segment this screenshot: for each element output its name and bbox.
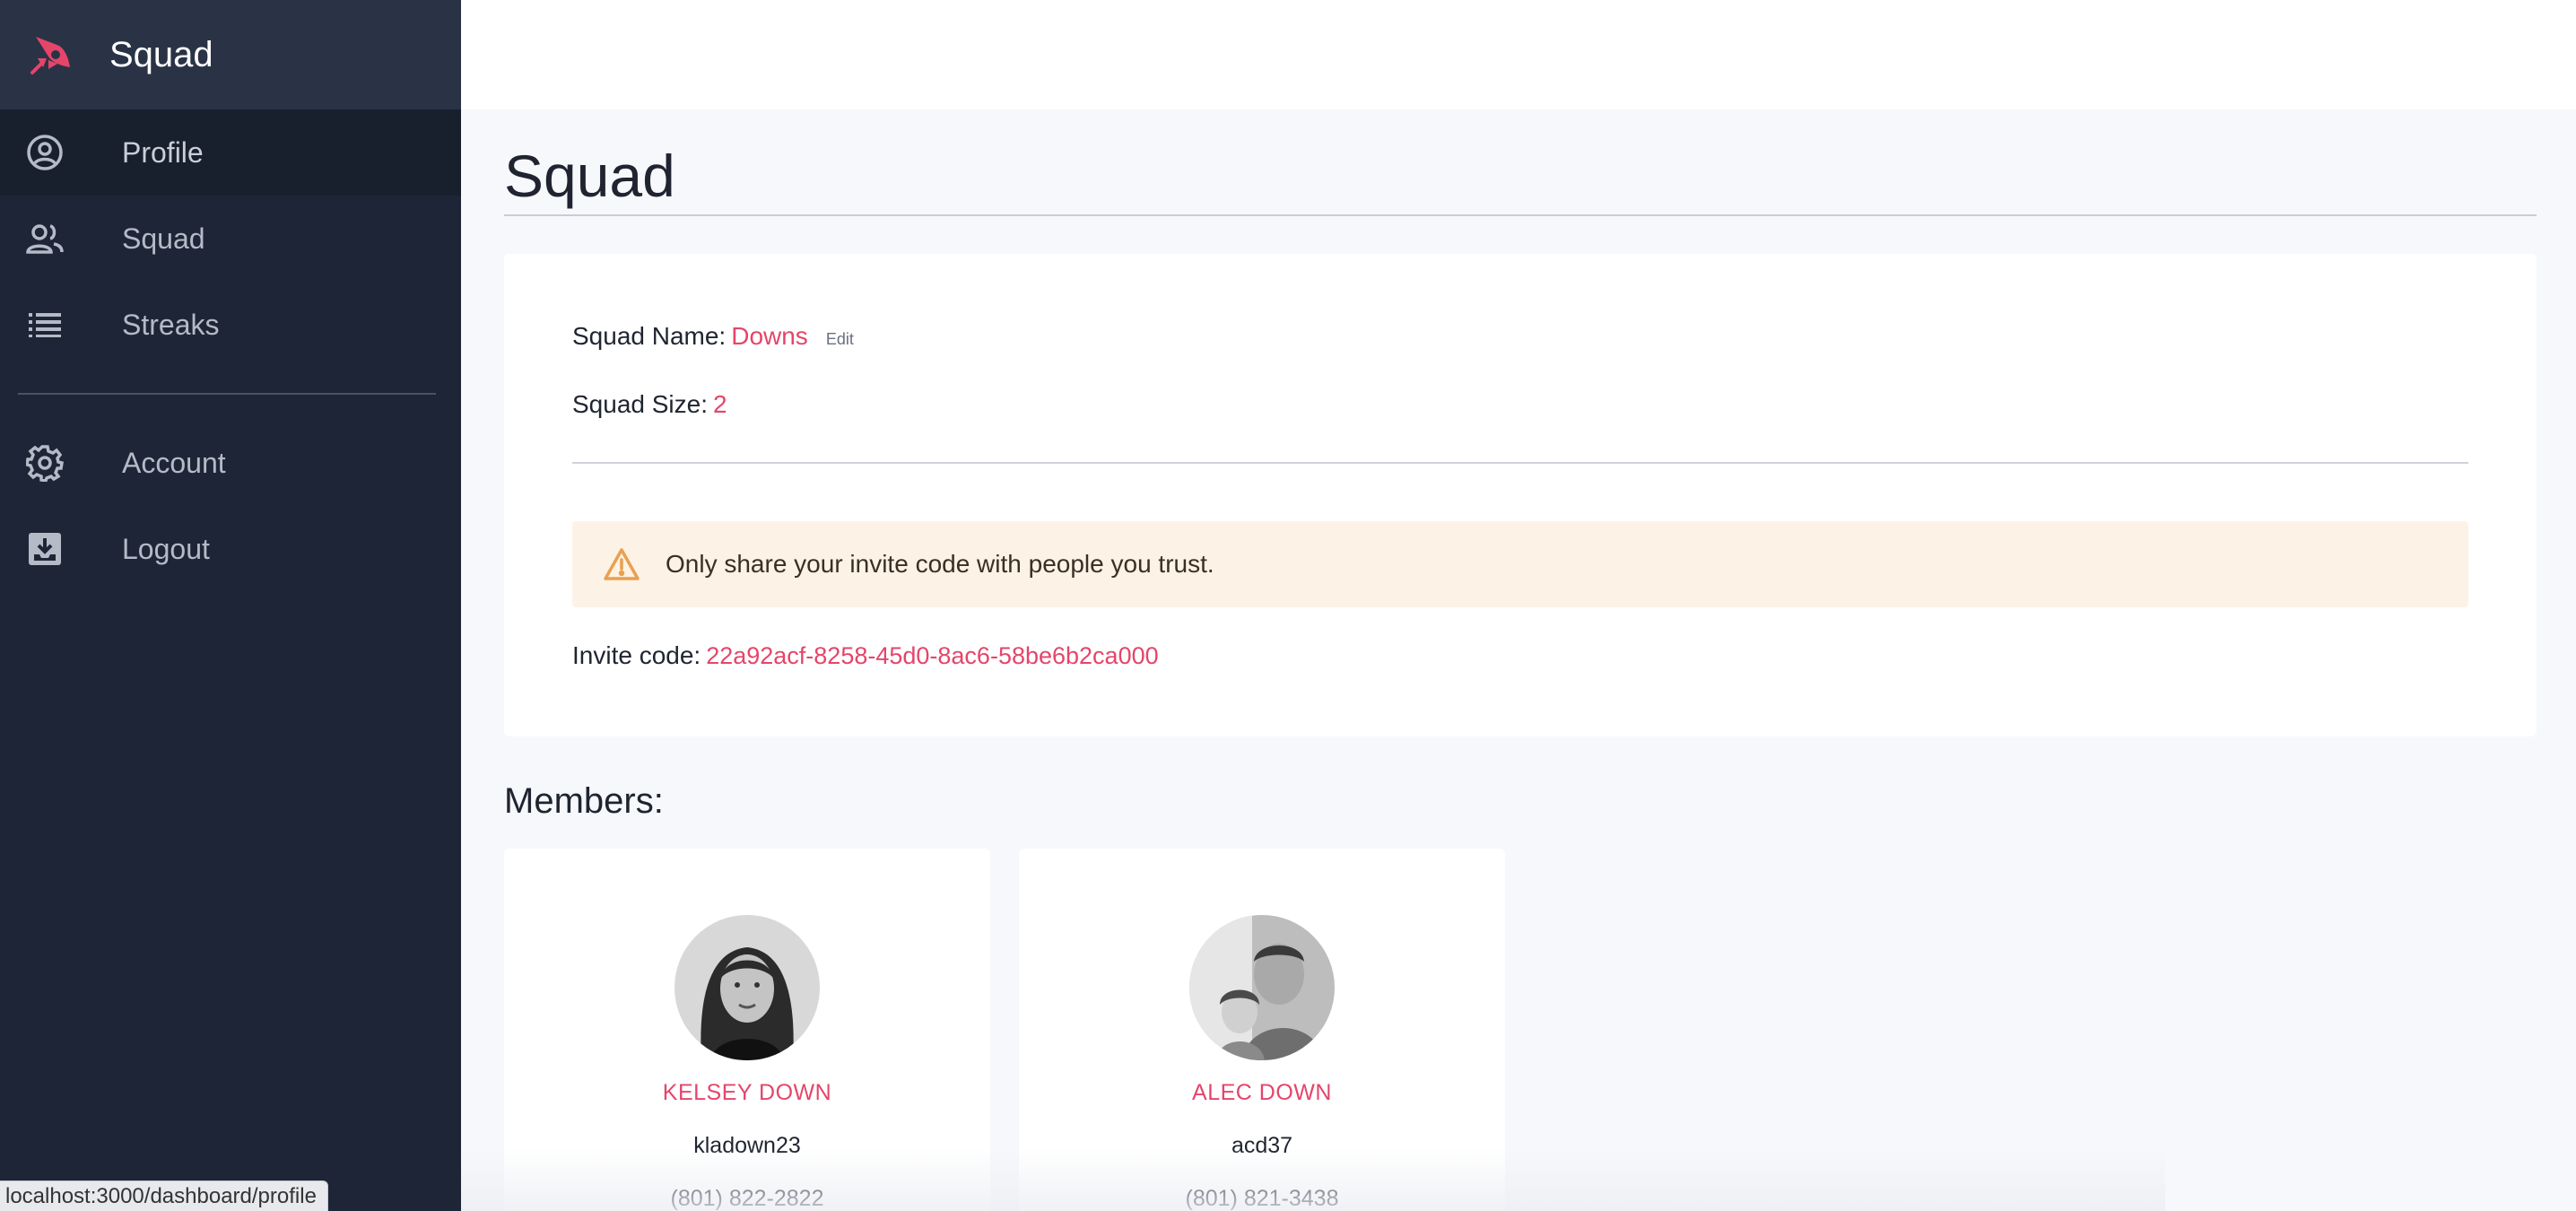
avatar — [1189, 914, 1335, 1060]
card-divider — [572, 461, 2468, 464]
squad-size-value: 2 — [713, 389, 727, 418]
warning-icon — [603, 545, 642, 584]
brand-title: Squad — [109, 34, 213, 74]
status-bar-url: localhost:3000/dashboard/profile — [0, 1181, 328, 1211]
squad-info-card: Squad Name: Downs Edit Squad Size: 2 Onl… — [504, 253, 2537, 736]
sidebar-item-label: Logout — [122, 532, 210, 565]
member-card[interactable]: ALEC DOWN acd37 (801) 821-3438 — [1019, 848, 1505, 1211]
member-phone: (801) 822-2822 — [670, 1185, 824, 1211]
invite-code-label: Invite code: — [572, 640, 701, 669]
alert-text: Only share your invite code with people … — [666, 549, 1214, 578]
edit-squad-name-button[interactable]: Edit — [826, 330, 854, 349]
sidebar-item-label: Account — [122, 446, 226, 479]
member-phone: (801) 821-3438 — [1185, 1185, 1339, 1211]
brand-header[interactable]: Squad — [0, 0, 461, 109]
sidebar-item-label: Squad — [122, 222, 205, 255]
main-content: Squad Squad Name: Downs Edit Squad Size:… — [504, 109, 2537, 1211]
invite-code-value[interactable]: 22a92acf-8258-45d0-8ac6-58be6b2ca000 — [706, 642, 1158, 670]
squad-size-label: Squad Size: — [572, 389, 708, 418]
users-icon — [25, 219, 65, 258]
members-title: Members: — [504, 780, 664, 821]
sidebar-item-profile[interactable]: Profile — [0, 109, 461, 196]
page-title: Squad — [504, 109, 2537, 216]
list-icon — [25, 305, 65, 344]
squad-name-label: Squad Name: — [572, 321, 727, 350]
user-circle-icon — [25, 133, 65, 172]
squad-size-row: Squad Size: 2 — [572, 390, 2468, 419]
avatar — [674, 914, 820, 1060]
squad-name-value: Downs — [731, 321, 808, 350]
invite-warning-alert: Only share your invite code with people … — [572, 520, 2468, 607]
member-name: KELSEY DOWN — [662, 1079, 832, 1105]
sidebar: Squad Profile Squad Streaks Account Logo… — [0, 0, 461, 1211]
members-list: KELSEY DOWN kladown23 (801) 822-2822 ALE… — [504, 848, 2537, 1211]
gear-icon — [25, 443, 65, 483]
member-card[interactable]: KELSEY DOWN kladown23 (801) 822-2822 — [504, 848, 990, 1211]
sidebar-item-streaks[interactable]: Streaks — [0, 282, 461, 368]
invite-code-row: Invite code: 22a92acf-8258-45d0-8ac6-58b… — [572, 641, 2468, 670]
top-bar — [461, 0, 2576, 109]
sidebar-divider — [18, 393, 436, 395]
member-name: ALEC DOWN — [1192, 1079, 1332, 1105]
sidebar-item-account[interactable]: Account — [0, 420, 461, 506]
logout-icon — [25, 529, 65, 569]
squad-name-row: Squad Name: Downs Edit — [572, 322, 2468, 351]
sidebar-item-label: Profile — [122, 135, 204, 169]
member-username: kladown23 — [693, 1132, 801, 1158]
rocket-icon — [27, 30, 77, 80]
member-username: acd37 — [1231, 1132, 1293, 1158]
sidebar-item-logout[interactable]: Logout — [0, 506, 461, 592]
sidebar-item-squad[interactable]: Squad — [0, 196, 461, 282]
sidebar-item-label: Streaks — [122, 308, 220, 341]
